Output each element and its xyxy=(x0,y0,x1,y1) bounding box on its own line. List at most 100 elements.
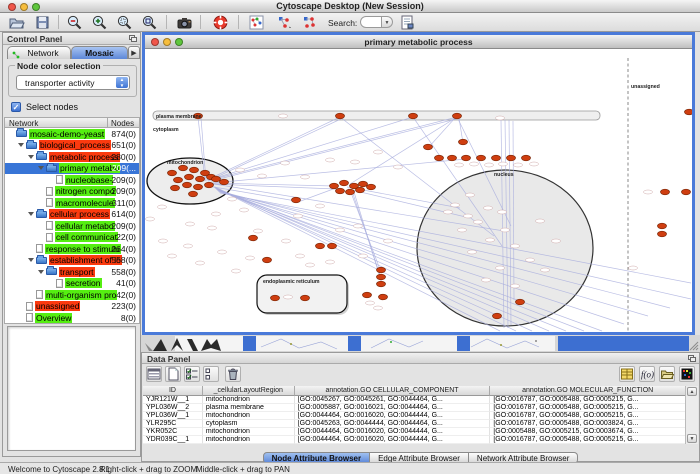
tree-row[interactable]: cellular metabo209(0) xyxy=(5,220,139,232)
network-edge[interactable] xyxy=(298,188,336,202)
network-node[interactable] xyxy=(196,176,205,182)
network-node[interactable] xyxy=(189,191,198,197)
network-node[interactable] xyxy=(336,113,345,119)
zoom-out-icon[interactable] xyxy=(66,14,83,31)
table-cell[interactable]: YLR295C xyxy=(143,420,203,428)
table-cell[interactable]: YKR052C xyxy=(143,428,203,436)
table-row[interactable]: YPL036W__2plasma membrane[GO:0005887, GO… xyxy=(143,404,686,412)
node-color-dropdown[interactable]: transporter activity ▲▼ xyxy=(16,75,130,90)
table-scrollbar[interactable]: ▲ ▼ xyxy=(685,386,698,444)
network-node[interactable] xyxy=(271,295,280,301)
network-edge[interactable] xyxy=(210,117,457,180)
table-cell[interactable]: plasma membrane xyxy=(203,404,295,412)
scroll-up-icon[interactable]: ▲ xyxy=(687,387,697,396)
tree-row[interactable]: nitrogen compo209(0) xyxy=(5,186,139,198)
network-edit-a-icon[interactable] xyxy=(276,14,293,31)
expand-triangle-icon[interactable] xyxy=(28,155,34,159)
attribute-grid-icon[interactable] xyxy=(146,366,162,382)
tree-row[interactable]: response to stimulu264(0) xyxy=(5,243,139,255)
save-session-icon[interactable] xyxy=(34,14,51,31)
network-overview-icon[interactable] xyxy=(248,14,265,31)
network-window-titlebar[interactable]: primary metabolic process xyxy=(145,35,692,49)
table-cell[interactable]: [GO:0045267, GO:0045261, GO:0044464, G..… xyxy=(295,396,491,404)
tree-row[interactable]: unassigned223(0) xyxy=(5,301,139,313)
network-node[interactable] xyxy=(435,155,444,161)
table-cell[interactable]: [GO:0016787, GO:0005488, GO:0005215, G..… xyxy=(490,404,686,412)
delete-attribute-icon[interactable] xyxy=(225,366,241,382)
table-cell[interactable]: YJR121W__1 xyxy=(143,396,203,404)
table-row[interactable]: YPL036W__1mitochondrion[GO:0044464, GO:0… xyxy=(143,412,686,420)
tree-row[interactable]: nucleobase-209(0) xyxy=(5,174,139,186)
tree-row[interactable]: mosaic-demo-yeast874(0) xyxy=(5,128,139,140)
network-node[interactable] xyxy=(379,294,388,300)
tree-row[interactable]: biological_process651(0) xyxy=(5,140,139,152)
network-node[interactable] xyxy=(174,177,183,183)
table-cell[interactable]: cytoplasm xyxy=(203,420,295,428)
network-node[interactable] xyxy=(330,183,339,189)
table-cell[interactable]: [GO:0005488, GO:0005215, GO:0003674, G..… xyxy=(490,428,686,436)
network-node[interactable] xyxy=(301,295,310,301)
column-header[interactable]: annotation.GO MOLECULAR_FUNCTION xyxy=(490,386,686,396)
network-canvas[interactable]: plasma membranecytoplasmmitochondrionnuc… xyxy=(145,49,692,332)
network-node[interactable] xyxy=(661,189,670,195)
network-node[interactable] xyxy=(263,257,272,263)
tree-row[interactable]: establishment of lo558(0) xyxy=(5,255,139,267)
network-node[interactable] xyxy=(359,181,368,187)
network-node[interactable] xyxy=(409,113,418,119)
network-node[interactable] xyxy=(316,243,325,249)
network-edit-b-icon[interactable] xyxy=(301,14,318,31)
search-settings-icon[interactable] xyxy=(399,14,416,31)
network-node[interactable] xyxy=(292,197,301,203)
search-dropdown-arrow-icon[interactable]: ▼ xyxy=(382,16,393,28)
network-node[interactable] xyxy=(220,179,229,185)
network-node[interactable] xyxy=(183,182,192,188)
network-node[interactable] xyxy=(448,155,457,161)
table-cell[interactable]: [GO:0016787, GO:0005488, GO:0005215, G..… xyxy=(490,436,686,444)
tree-row[interactable]: macromolecule311(0) xyxy=(5,197,139,209)
float-panel-icon[interactable] xyxy=(129,35,137,43)
tab-overflow-arrow-icon[interactable]: ▶ xyxy=(128,46,140,59)
table-cell[interactable]: YPL036W__1 xyxy=(143,412,203,420)
network-node[interactable] xyxy=(492,155,501,161)
network-node[interactable] xyxy=(346,189,355,195)
network-node[interactable] xyxy=(363,292,372,298)
attribute-table-icon[interactable] xyxy=(619,366,635,382)
snapshot-camera-icon[interactable] xyxy=(176,14,193,31)
tree-row[interactable]: transport558(0) xyxy=(5,266,139,278)
table-row[interactable]: YKR052Cmitochondrion[GO:0044464, GO:0016… xyxy=(143,428,686,436)
expand-triangle-icon[interactable] xyxy=(38,166,44,170)
zoom-in-icon[interactable] xyxy=(91,14,108,31)
dropdown-stepper-icon[interactable]: ▲▼ xyxy=(116,77,128,88)
expand-triangle-icon[interactable] xyxy=(28,258,34,262)
expand-triangle-icon[interactable] xyxy=(38,270,44,274)
network-node[interactable] xyxy=(194,184,203,190)
table-cell[interactable]: [GO:0016787, GO:0005488, GO:0005215, G..… xyxy=(490,412,686,420)
tab-network[interactable]: Network xyxy=(7,46,71,59)
table-cell[interactable]: [GO:0016787, GO:0005488, GO:0003824, G..… xyxy=(490,420,686,428)
table-row[interactable]: YLR295Ccytoplasm[GO:0045263, GO:0044444,… xyxy=(143,420,686,428)
network-node[interactable] xyxy=(685,109,693,115)
network-node[interactable] xyxy=(336,188,345,194)
network-node[interactable] xyxy=(493,313,502,319)
help-lifesaver-icon[interactable] xyxy=(212,14,229,31)
network-edge[interactable] xyxy=(352,191,381,278)
network-node[interactable] xyxy=(328,243,337,249)
network-node[interactable] xyxy=(377,274,386,280)
network-node[interactable] xyxy=(179,165,188,171)
network-node[interactable] xyxy=(462,155,471,161)
expand-triangle-icon[interactable] xyxy=(28,212,34,216)
tree-row[interactable]: primary metabo209(... xyxy=(5,163,139,175)
network-node[interactable] xyxy=(190,167,199,173)
network-node[interactable] xyxy=(249,235,258,241)
network-node[interactable] xyxy=(453,113,462,119)
tree-row[interactable]: multi-organism pro42(0) xyxy=(5,289,139,301)
birds-eye-view-panel[interactable] xyxy=(7,326,136,451)
network-node[interactable] xyxy=(377,267,386,273)
network-node[interactable] xyxy=(185,174,194,180)
network-edge[interactable] xyxy=(208,118,343,181)
network-node[interactable] xyxy=(516,299,525,305)
expand-triangle-icon[interactable] xyxy=(18,143,24,147)
column-header[interactable]: _cellularLayoutRegion xyxy=(203,386,295,396)
table-cell[interactable]: YDR039C__1 xyxy=(143,436,203,444)
select-attributes-icon[interactable] xyxy=(184,366,200,382)
